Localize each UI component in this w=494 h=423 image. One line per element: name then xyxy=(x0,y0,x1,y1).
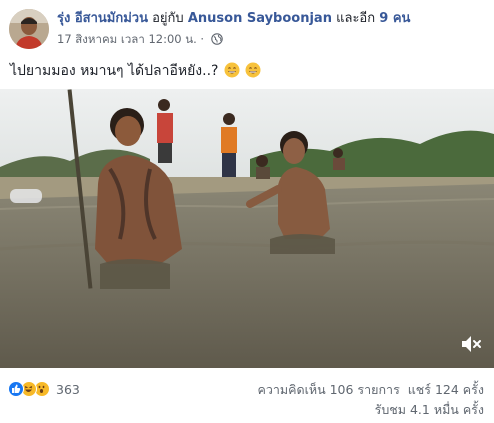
author-avatar[interactable] xyxy=(9,9,49,49)
post-text: ไปยามมอง หมานๆ ได้ปลาอีหยัง..? xyxy=(10,63,219,79)
video-frame xyxy=(0,89,494,368)
globe-icon[interactable] xyxy=(210,33,223,49)
post-message: ไปยามมอง หมานๆ ได้ปลาอีหยัง..? xyxy=(10,62,261,83)
grinning-emoji-icon xyxy=(245,62,261,83)
engagement-stats: ความคิดเห็น 106 รายการ แชร์ 124 ครั้ง รั… xyxy=(257,380,484,420)
others-link[interactable]: 9 คน xyxy=(379,11,410,26)
views-count: รับชม 4.1 หมื่น ครั้ง xyxy=(374,402,484,417)
stats-row-2: รับชม 4.1 หมื่น ครั้ง xyxy=(257,400,484,420)
post-meta: รุ่ง อีสานมักม่วน อยู่กับ Anuson Sayboon… xyxy=(57,10,487,49)
post-subline: 17 สิงหาคม เวลา 12:00 น. · xyxy=(57,31,487,49)
stats-row-1: ความคิดเห็น 106 รายการ แชร์ 124 ครั้ง xyxy=(257,380,484,400)
speaker-muted-icon[interactable] xyxy=(460,334,482,354)
and-text: และอีก xyxy=(336,11,376,26)
with-text: อยู่กับ xyxy=(152,11,184,26)
author-name-link[interactable]: รุ่ง อีสานมักม่วน xyxy=(57,11,148,26)
tagged-person-link[interactable]: Anuson Sayboonjan xyxy=(188,11,332,26)
reactions-summary[interactable]: 363 xyxy=(8,380,80,398)
video-player[interactable] xyxy=(0,89,494,368)
post-timestamp[interactable]: 17 สิงหาคม เวลา 12:00 น. · xyxy=(57,32,204,46)
reaction-count[interactable]: 363 xyxy=(56,382,80,397)
grinning-emoji-icon xyxy=(224,62,240,83)
shares-count-link[interactable]: แชร์ 124 ครั้ง xyxy=(408,382,484,397)
post-title-line: รุ่ง อีสานมักม่วน อยู่กับ Anuson Sayboon… xyxy=(57,10,487,28)
post-header: รุ่ง อีสานมักม่วน อยู่กับ Anuson Sayboon… xyxy=(0,0,494,56)
like-icon xyxy=(8,381,24,397)
comments-count-link[interactable]: ความคิดเห็น 106 รายการ xyxy=(257,382,399,397)
post-footer: 363 ความคิดเห็น 106 รายการ แชร์ 124 ครั้… xyxy=(0,368,494,423)
